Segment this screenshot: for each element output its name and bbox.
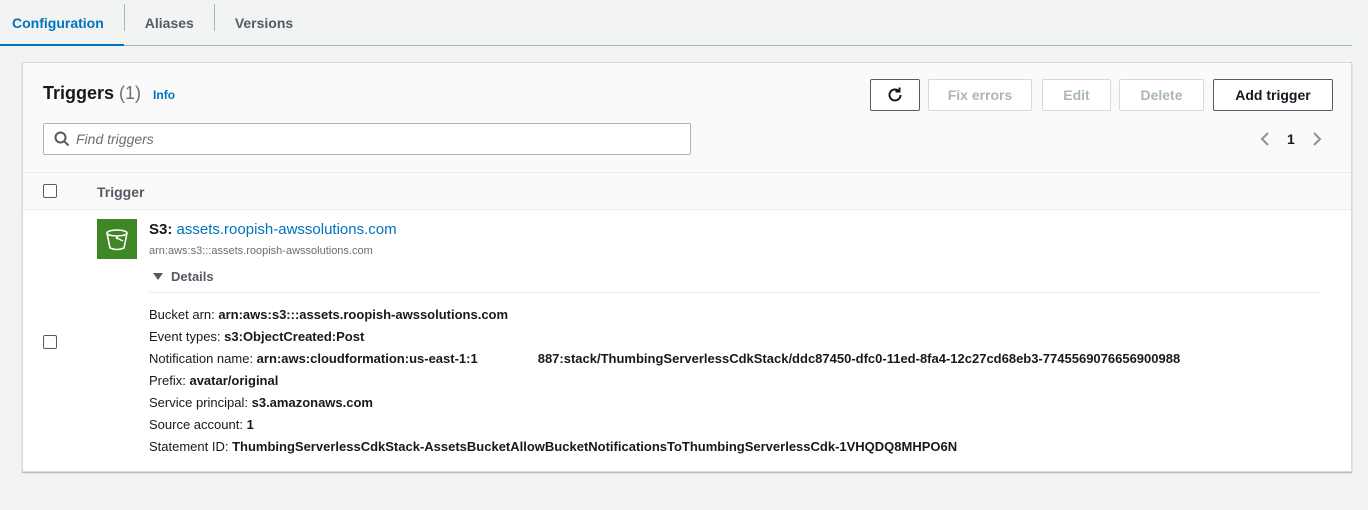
details-divider <box>149 292 1321 293</box>
detail-service-principal: Service principal: s3.amazonaws.com <box>149 392 1180 414</box>
prev-page-button[interactable] <box>1257 129 1273 149</box>
table-row: S3: assets.roopish-awssolutions.com arn:… <box>23 210 1351 472</box>
redacted-region <box>253 418 354 433</box>
triggers-count: (1) <box>119 83 142 103</box>
trigger-type: S3 <box>149 221 168 238</box>
trigger-name: S3: assets.roopish-awssolutions.com <box>149 221 397 238</box>
detail-prefix: Prefix: avatar/original <box>149 370 1180 392</box>
triggers-panel: Triggers (1) Info Fix errors Edit Delete… <box>22 62 1352 472</box>
chevron-right-icon <box>1313 132 1322 146</box>
table-header: Trigger <box>23 172 1351 210</box>
refresh-icon <box>888 87 902 102</box>
detail-statement-id: Statement ID: ThumbingServerlessCdkStack… <box>149 436 1180 458</box>
page-number[interactable]: 1 <box>1287 131 1295 147</box>
panel-header: Triggers (1) Info Fix errors Edit Delete… <box>23 63 1351 172</box>
row-checkbox[interactable] <box>43 335 57 349</box>
panel-title: Triggers (1) Info <box>43 83 175 104</box>
next-page-button[interactable] <box>1309 129 1325 149</box>
detail-value: avatar/original <box>189 373 279 388</box>
redacted-region <box>477 351 538 368</box>
tab-versions[interactable]: Versions <box>215 0 313 45</box>
fix-errors-button[interactable]: Fix errors <box>928 79 1032 111</box>
tab-aliases-label: Aliases <box>144 14 194 31</box>
detail-value-start: arn:aws:cloudformation:us-east-1:1 <box>256 351 478 366</box>
trigger-arn: arn:aws:s3:::assets.roopish-awssolutions… <box>149 245 373 257</box>
search-input[interactable] <box>76 131 676 147</box>
caret-down-icon <box>153 273 163 280</box>
detail-label: Service principal: <box>149 395 252 410</box>
detail-value: s3.amazonaws.com <box>251 395 373 410</box>
trigger-link[interactable]: assets.roopish-awssolutions.com <box>177 221 397 238</box>
detail-label: Source account: <box>149 417 247 432</box>
detail-label: Notification name: <box>149 351 257 366</box>
detail-label: Bucket arn: <box>149 307 219 322</box>
edit-button[interactable]: Edit <box>1042 79 1111 111</box>
detail-value: s3:ObjectCreated:Post <box>224 329 365 344</box>
details-list: Bucket arn: arn:aws:s3:::assets.roopish-… <box>149 304 1180 458</box>
trigger-colon: : <box>167 221 177 238</box>
add-trigger-button[interactable]: Add trigger <box>1213 79 1333 111</box>
search-icon <box>54 131 70 147</box>
select-all-checkbox[interactable] <box>43 184 57 198</box>
chevron-left-icon <box>1260 132 1269 146</box>
tab-versions-label: Versions <box>234 14 294 31</box>
detail-value: ThumbingServerlessCdkStack-AssetsBucketA… <box>232 439 958 454</box>
detail-source-account: Source account: 1 <box>149 414 1180 436</box>
tab-configuration[interactable]: Configuration <box>0 0 124 46</box>
delete-button[interactable]: Delete <box>1119 79 1204 111</box>
column-header-trigger: Trigger <box>97 184 145 200</box>
triggers-title: Triggers <box>43 83 115 103</box>
pagination: 1 <box>1257 129 1325 149</box>
detail-event-types: Event types: s3:ObjectCreated:Post <box>149 326 1180 348</box>
details-label: Details <box>171 269 214 284</box>
refresh-button[interactable] <box>870 79 920 111</box>
detail-label: Event types: <box>149 329 225 344</box>
detail-value: 1 <box>246 417 254 432</box>
detail-value-end: 887:stack/ThumbingServerlessCdkStack/ddc… <box>537 351 1181 366</box>
detail-value: arn:aws:s3:::assets.roopish-awssolutions… <box>218 307 509 322</box>
details-toggle[interactable]: Details <box>153 269 214 284</box>
detail-bucket-arn: Bucket arn: arn:aws:s3:::assets.roopish-… <box>149 304 1180 326</box>
info-link[interactable]: Info <box>153 88 175 102</box>
s3-bucket-icon <box>97 219 137 259</box>
tab-configuration-label: Configuration <box>12 14 104 31</box>
detail-label: Prefix: <box>149 373 190 388</box>
detail-notification-name: Notification name: arn:aws:cloudformatio… <box>149 348 1180 370</box>
tab-aliases[interactable]: Aliases <box>125 0 214 45</box>
search-box <box>43 123 691 155</box>
detail-label: Statement ID: <box>149 439 233 454</box>
tab-bar: Configuration Aliases Versions <box>0 0 1352 46</box>
